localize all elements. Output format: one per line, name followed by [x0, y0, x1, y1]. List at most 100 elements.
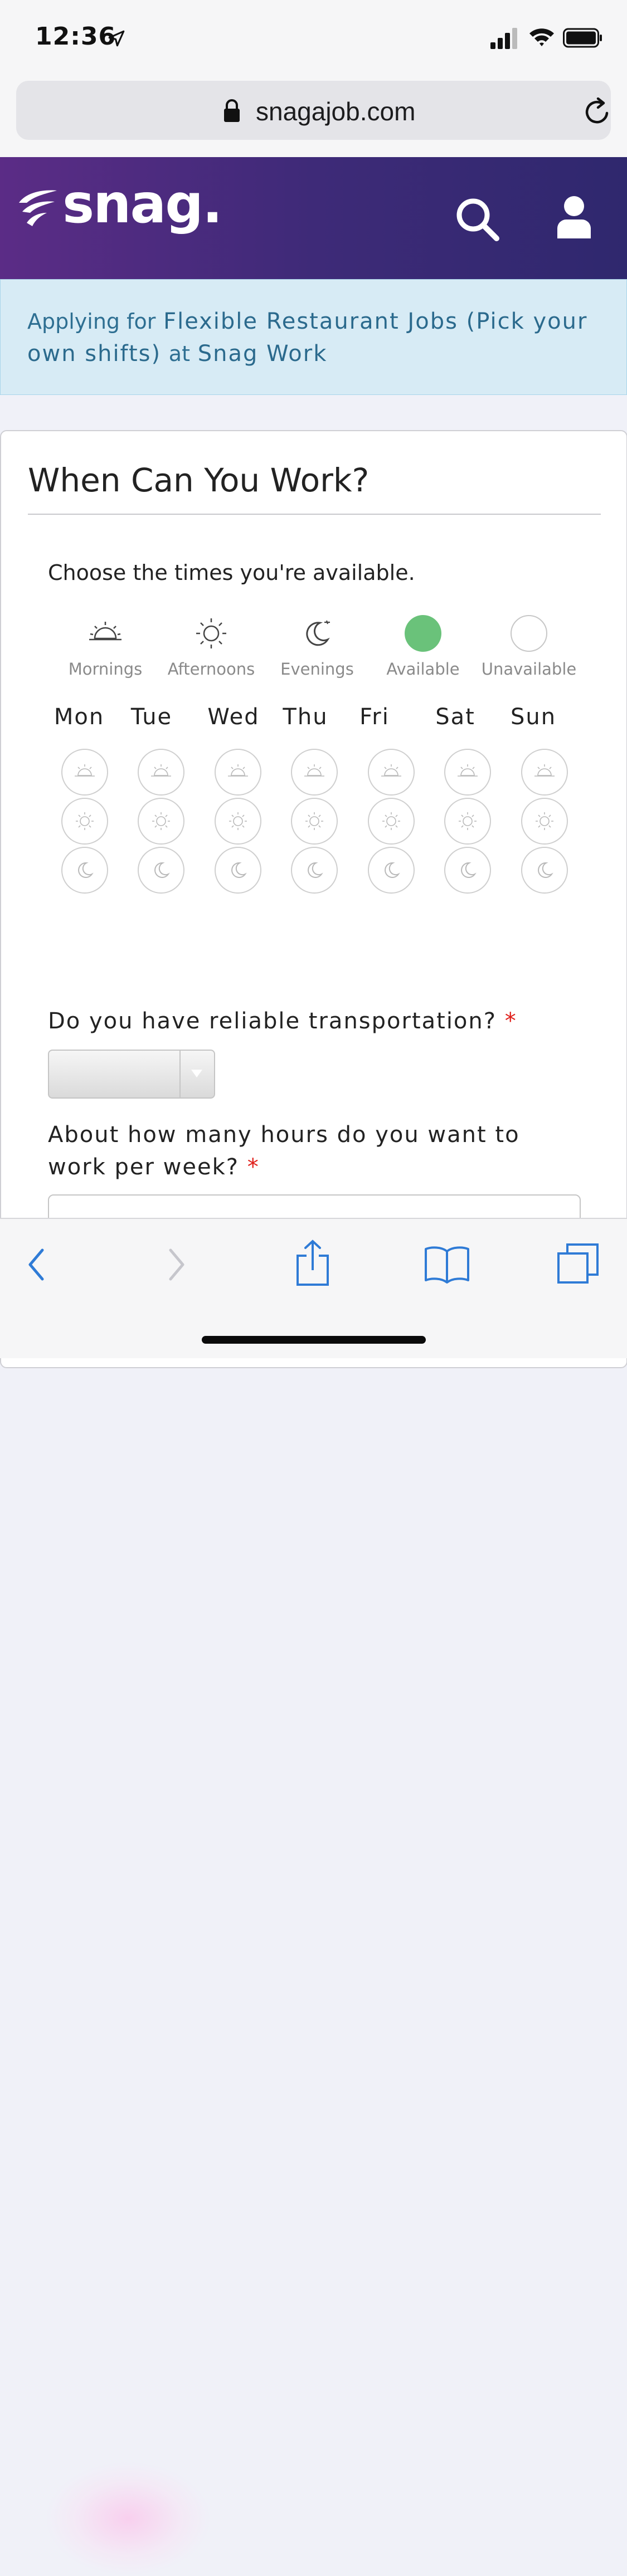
slot-fri-evening[interactable] [368, 847, 415, 894]
legend-label: Available [386, 660, 460, 679]
legend-unavailable: Unavailable [476, 615, 582, 679]
sun-icon [229, 812, 247, 830]
slot-fri-afternoon[interactable] [368, 798, 415, 845]
reload-icon[interactable] [582, 97, 611, 126]
legend-afternoons: Afternoons [158, 615, 264, 679]
sunrise-icon [381, 764, 401, 777]
company-link[interactable]: Snag Work [198, 341, 328, 367]
slot-tue-morning[interactable] [138, 749, 184, 796]
required-marker: * [504, 1008, 517, 1034]
bookmarks-icon[interactable] [424, 1245, 470, 1284]
sun-icon [459, 812, 477, 830]
title-divider [28, 514, 601, 515]
select-arrow[interactable] [179, 1051, 214, 1097]
unavailable-dot-icon [511, 615, 547, 652]
sunrise-icon [534, 764, 555, 777]
moon-icon [461, 862, 477, 878]
slot-sat-afternoon[interactable] [444, 798, 491, 845]
moon-icon [231, 862, 247, 878]
sun-icon [536, 812, 553, 830]
lock-icon [224, 99, 240, 122]
day-header-wed: Wed [207, 704, 260, 730]
sunrise-icon [75, 764, 95, 777]
user-account-icon[interactable] [556, 195, 592, 240]
tabs-icon[interactable] [556, 1242, 601, 1285]
sun-icon [382, 812, 400, 830]
sunrise-icon [304, 764, 324, 777]
available-dot-icon [405, 615, 441, 652]
card-title: When Can You Work? [28, 461, 370, 499]
moon-icon [385, 862, 400, 878]
slot-thu-evening[interactable] [291, 847, 338, 894]
legend-available: Available [370, 615, 476, 679]
slot-sat-evening[interactable] [444, 847, 491, 894]
share-icon[interactable] [294, 1239, 331, 1287]
toolbar-tint [45, 2461, 212, 2576]
slot-mon-morning[interactable] [61, 749, 108, 796]
legend-evenings: Evenings [264, 615, 370, 679]
day-header-tue: Tue [130, 704, 173, 730]
applying-text: Applying for Flexible Restaurant Jobs (P… [27, 305, 607, 370]
day-header-fri: Fri [359, 704, 390, 730]
site-header: snag. [0, 157, 627, 279]
slot-wed-afternoon[interactable] [215, 798, 261, 845]
home-indicator [202, 1336, 426, 1344]
sunrise-icon [89, 622, 121, 641]
slot-sun-afternoon[interactable] [521, 798, 568, 845]
moon-icon [78, 862, 94, 878]
hours-question: About how many hours do you want to work… [48, 1119, 583, 1183]
back-icon[interactable] [27, 1248, 46, 1281]
legend-label: Mornings [68, 660, 143, 679]
hours-question-text: About how many hours do you want to work… [48, 1122, 520, 1180]
applying-banner: Applying for Flexible Restaurant Jobs (P… [0, 279, 627, 395]
status-time: 12:36 [35, 22, 116, 51]
slot-tue-afternoon[interactable] [138, 798, 184, 845]
slot-sun-morning[interactable] [521, 749, 568, 796]
chevron-down-icon [191, 1070, 202, 1077]
legend-mornings: Mornings [52, 615, 158, 679]
availability-instructions: Choose the times you're available. [48, 560, 415, 585]
status-bar: 12:36 [0, 0, 627, 75]
banner-prefix: Applying for [27, 309, 156, 334]
slot-wed-morning[interactable] [215, 749, 261, 796]
sun-icon [196, 618, 226, 648]
banner-middle: at [168, 341, 190, 366]
sun-icon [305, 812, 323, 830]
legend-label: Evenings [280, 660, 354, 679]
location-arrow-icon [108, 30, 125, 47]
legend-label: Unavailable [481, 660, 577, 679]
slot-wed-evening[interactable] [215, 847, 261, 894]
sunrise-icon [151, 764, 171, 777]
forward-icon[interactable] [167, 1248, 186, 1281]
wifi-icon [529, 28, 554, 46]
sunrise-icon [228, 764, 248, 777]
moon-icon [306, 620, 330, 646]
slot-sun-evening[interactable] [521, 847, 568, 894]
legend-label: Afternoons [167, 660, 255, 679]
site-logo[interactable]: snag. [62, 173, 222, 235]
day-headers: Mon Tue Wed Thu Fri Sat Sun [1, 704, 626, 738]
snag-logo-mark-icon[interactable] [16, 186, 60, 231]
slot-tue-evening[interactable] [138, 847, 184, 894]
browser-address-area: snagajob.com [0, 75, 627, 158]
slot-thu-morning[interactable] [291, 749, 338, 796]
moon-icon [154, 862, 170, 878]
slot-mon-afternoon[interactable] [61, 798, 108, 845]
day-header-mon: Mon [54, 704, 105, 730]
moon-icon [308, 862, 323, 878]
required-marker: * [247, 1154, 260, 1180]
slot-thu-afternoon[interactable] [291, 798, 338, 845]
address-bar[interactable]: snagajob.com [16, 81, 611, 140]
day-header-thu: Thu [283, 704, 328, 730]
availability-legend: Mornings Afternoons Evenings Available U… [52, 615, 587, 682]
slot-fri-morning[interactable] [368, 749, 415, 796]
transportation-select[interactable] [48, 1050, 215, 1099]
moon-icon [538, 862, 553, 878]
sunrise-icon [458, 764, 478, 777]
cellular-signal-icon [490, 28, 517, 49]
slot-sat-morning[interactable] [444, 749, 491, 796]
day-header-sat: Sat [435, 704, 475, 730]
slot-mon-evening[interactable] [61, 847, 108, 894]
search-icon[interactable] [454, 196, 500, 242]
url-text: snagajob.com [256, 97, 416, 126]
